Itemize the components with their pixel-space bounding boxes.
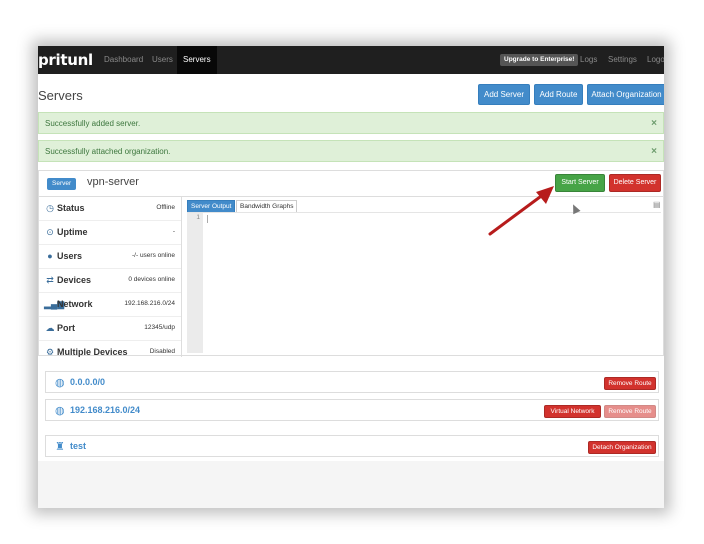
uptime-icon: ⊙ <box>46 227 54 237</box>
devices-icon: ⇄ <box>46 275 54 285</box>
stat-value: - <box>172 228 175 235</box>
delete-server-button[interactable]: Delete Server <box>609 174 661 192</box>
server-name[interactable]: vpn-server <box>87 176 139 188</box>
brand-logo[interactable]: pritunl <box>38 51 93 69</box>
stat-label: Uptime <box>57 227 88 237</box>
nav-logout[interactable]: Logout <box>641 46 664 74</box>
route-row: ◍ 0.0.0.0/0 Remove Route <box>45 371 659 393</box>
detach-organization-button[interactable]: Detach Organization <box>588 441 656 454</box>
stat-value: -/- users online <box>132 252 175 259</box>
organization-icon: ♜ <box>55 441 65 453</box>
add-route-button[interactable]: Add Route <box>534 84 583 105</box>
stat-value: 12345/udp <box>144 324 175 331</box>
stat-label: Users <box>57 251 83 261</box>
organization-row: ♜ test Detach Organization <box>45 435 659 457</box>
line-number: 1 <box>196 214 200 221</box>
trash-icon[interactable]: ▤ <box>653 200 661 209</box>
alert-server-added: Successfully added server. × <box>38 112 664 134</box>
text-cursor <box>207 215 208 223</box>
organization-name[interactable]: test <box>70 441 86 451</box>
attach-organization-button[interactable]: Attach Organization <box>587 84 664 105</box>
stat-users: ● Users -/- users online <box>39 244 181 269</box>
route-network: 0.0.0.0/0 <box>70 377 106 387</box>
alert-org-attached: Successfully attached organization. × <box>38 140 664 162</box>
stat-uptime: ⊙ Uptime - <box>39 220 181 245</box>
nav-settings[interactable]: Settings <box>602 46 643 74</box>
stat-label: Devices <box>57 275 92 285</box>
stat-value: Disabled <box>149 348 175 355</box>
start-server-button[interactable]: Start Server <box>555 174 605 192</box>
alert-text: Successfully added server. <box>45 119 141 128</box>
gear-icon: ⚙ <box>45 347 55 357</box>
close-icon[interactable]: × <box>651 141 657 163</box>
stat-label: Status <box>57 203 85 213</box>
stat-status: ◷ Status Offline <box>39 196 181 221</box>
line-gutter: 1 <box>187 213 203 353</box>
stat-port: ☁ Port 12345/udp <box>39 316 181 341</box>
page-title: Servers <box>38 88 83 103</box>
alert-text: Successfully attached organization. <box>45 147 171 156</box>
nav-servers[interactable]: Servers <box>177 46 217 74</box>
nav-users[interactable]: Users <box>146 46 179 74</box>
close-icon[interactable]: × <box>651 113 657 135</box>
virtual-network-badge: Virtual Network <box>544 405 601 418</box>
cloud-upload-icon: ☁ <box>45 323 55 333</box>
pritunl-window: pritunl Dashboard Users Servers Upgrade … <box>38 46 664 508</box>
stat-label: Multiple Devices <box>57 347 128 357</box>
server-badge: Server <box>47 178 77 190</box>
stat-label: Network <box>57 299 93 309</box>
remove-route-button[interactable]: Remove Route <box>604 405 656 418</box>
page-bottom <box>38 461 664 508</box>
stat-devices: ⇄ Devices 0 devices online <box>39 268 181 293</box>
stat-network: ▂▄▆ Network 192.168.216.0/24 <box>39 292 181 317</box>
stat-label: Port <box>57 323 75 333</box>
annotation-arrow-icon <box>488 186 554 236</box>
clock-icon: ◷ <box>46 203 54 213</box>
upgrade-button[interactable]: Upgrade to Enterprise! <box>500 54 579 66</box>
route-network: 192.168.216.0/24 <box>70 405 141 415</box>
stat-value: Offline <box>156 204 175 211</box>
server-panel-header: Server vpn-server Start Server Delete Se… <box>39 171 663 197</box>
globe-icon: ◍ <box>55 405 65 417</box>
user-icon: ● <box>47 251 53 261</box>
server-stats: ◷ Status Offline ⊙ Uptime - ● Users -/- … <box>39 196 182 357</box>
remove-route-button[interactable]: Remove Route <box>604 377 656 390</box>
stat-multiple-devices: ⚙ Multiple Devices Disabled <box>39 340 181 364</box>
add-server-button[interactable]: Add Server <box>478 84 530 105</box>
route-row: ◍ 192.168.216.0/24 Virtual Network Remov… <box>45 399 659 421</box>
globe-icon: ◍ <box>55 377 65 389</box>
stat-value: 192.168.216.0/24 <box>124 300 175 307</box>
top-navbar: pritunl Dashboard Users Servers Upgrade … <box>38 46 664 74</box>
server-output-log[interactable]: 1 <box>187 212 661 353</box>
server-panel: Server vpn-server Start Server Delete Se… <box>38 170 664 357</box>
stat-value: 0 devices online <box>128 276 175 283</box>
signal-icon: ▂▄▆ <box>44 299 65 309</box>
nav-logs[interactable]: Logs <box>574 46 603 74</box>
nav-dashboard[interactable]: Dashboard <box>98 46 149 74</box>
